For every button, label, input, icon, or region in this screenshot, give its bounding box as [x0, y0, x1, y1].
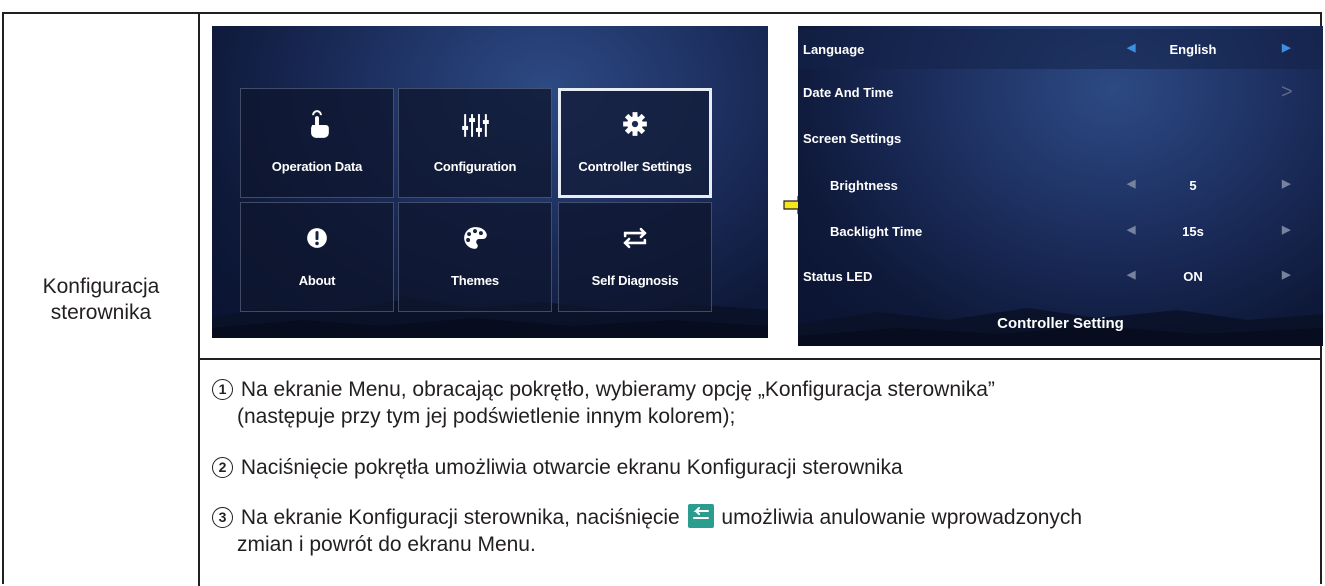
step-text: umożliwia anulowanie wprowadzonych: [721, 506, 1083, 529]
arrow-right-icon[interactable]: ▶: [1282, 177, 1290, 190]
tile-operation-data[interactable]: Operation Data: [240, 88, 394, 198]
palette-icon: [464, 227, 487, 249]
step-1: 1 Na ekranie Menu, obracając pokrętło, w…: [212, 376, 995, 430]
arrow-left-icon[interactable]: ◀: [1127, 41, 1135, 54]
back-icon: [687, 504, 714, 528]
tile-controller-settings[interactable]: Controller Settings: [558, 88, 712, 198]
instruction-table: Konfiguracja sterownika Operation Data C…: [2, 12, 1323, 586]
exclamation-icon: [307, 228, 327, 248]
setting-label: Language: [803, 42, 865, 57]
touch-hand-icon: [311, 110, 329, 138]
setting-value: ON: [1183, 269, 1203, 284]
screenshots-cell: Operation Data Configuration Controller …: [200, 14, 1323, 360]
arrow-right-icon[interactable]: ▶: [1282, 41, 1290, 54]
section-label: Konfiguracja sterownika: [4, 274, 198, 326]
section-label-line1: Konfiguracja: [42, 275, 160, 298]
tile-label: Operation Data: [271, 159, 363, 174]
step-2: 2 Naciśnięcie pokrętła umożliwia otwarci…: [212, 454, 903, 481]
tile-label: Self Diagnosis: [591, 273, 679, 288]
setting-row-screen-settings: Screen Settings: [798, 118, 1323, 158]
setting-label: Backlight Time: [830, 224, 923, 239]
setting-row-language[interactable]: Language ◀ English ▶: [798, 29, 1323, 69]
setting-row-status-led[interactable]: Status LED ◀ ON ▶: [798, 256, 1323, 296]
section-label-line2: sterownika: [50, 301, 152, 324]
sliders-icon: [462, 114, 489, 137]
setting-row-date-time[interactable]: Date And Time >: [798, 72, 1323, 112]
setting-value: English: [1169, 42, 1217, 57]
step-text: Naciśnięcie pokrętła umożliwia otwarcie …: [240, 456, 903, 479]
step-text: Na ekranie Konfiguracji sterownika, naci…: [240, 506, 680, 529]
tile-configuration[interactable]: Configuration: [398, 88, 552, 198]
tile-themes[interactable]: Themes: [398, 202, 552, 312]
instructions-cell: 1 Na ekranie Menu, obracając pokrętło, w…: [200, 360, 1320, 586]
tile-about[interactable]: About: [240, 202, 394, 312]
setting-row-backlight-time[interactable]: Backlight Time ◀ 15s ▶: [798, 211, 1323, 251]
arrow-left-icon[interactable]: ◀: [1127, 177, 1135, 190]
tile-label: About: [298, 273, 336, 288]
step-number: 3: [212, 507, 233, 528]
tile-label: Configuration: [433, 159, 517, 174]
step-text-continued: (następuje przy tym jej podświetlenie in…: [237, 405, 736, 428]
tile-self-diagnosis[interactable]: Self Diagnosis: [558, 202, 712, 312]
chevron-right-icon[interactable]: >: [1281, 81, 1293, 104]
setting-label: Brightness: [830, 178, 898, 193]
section-label-cell: Konfiguracja sterownika: [4, 14, 200, 586]
tile-label: Themes: [451, 273, 499, 288]
step-text: Na ekranie Menu, obracając pokrętło, wyb…: [240, 378, 995, 401]
setting-value: 5: [1189, 178, 1197, 193]
tile-label: Controller Settings: [578, 159, 692, 174]
setting-value: 15s: [1182, 224, 1204, 239]
setting-row-brightness[interactable]: Brightness ◀ 5 ▶: [798, 165, 1323, 205]
settings-screen-title: Controller Setting: [997, 315, 1124, 332]
arrow-right-icon[interactable]: ▶: [1282, 268, 1290, 281]
arrow-left-icon[interactable]: ◀: [1127, 223, 1135, 236]
setting-label: Status LED: [803, 269, 873, 284]
setting-label: Date And Time: [803, 85, 894, 100]
arrow-left-icon[interactable]: ◀: [1127, 268, 1135, 281]
step-3: 3 Na ekranie Konfiguracji sterownika, na…: [212, 504, 1082, 558]
step-text-continued: zmian i powrót do ekranu Menu.: [237, 533, 536, 556]
menu-screen: Operation Data Configuration Controller …: [212, 26, 768, 338]
settings-screen: Language ◀ English ▶ Date And Time > Scr…: [798, 26, 1323, 346]
arrow-right-icon[interactable]: ▶: [1282, 223, 1290, 236]
step-number: 2: [212, 457, 233, 478]
gear-icon: [623, 112, 647, 136]
setting-label: Screen Settings: [803, 131, 902, 146]
swap-arrows-icon: [623, 227, 647, 249]
step-number: 1: [212, 379, 233, 400]
